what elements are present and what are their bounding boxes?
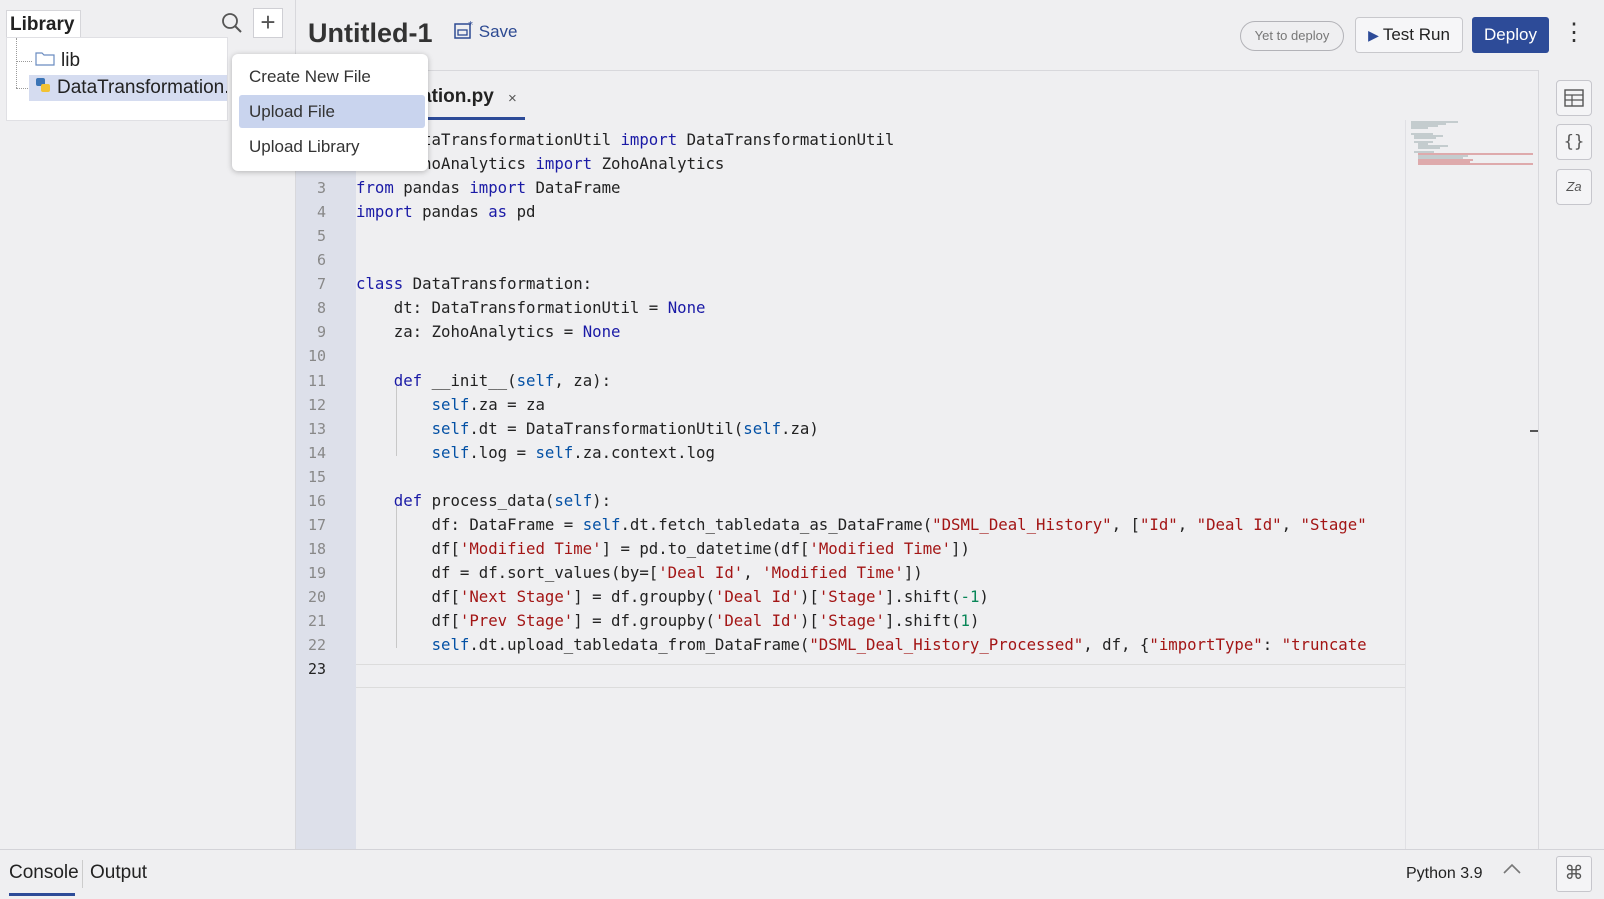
line-number: 13 — [307, 419, 326, 438]
code-line: df: DataFrame = self.dt.fetch_tabledata_… — [356, 514, 1367, 534]
code-line: from DataTransformationUtil import DataT… — [356, 130, 895, 149]
save-icon: * — [454, 20, 474, 45]
add-icon[interactable]: + — [253, 8, 283, 38]
line-number: 11 — [307, 371, 326, 390]
tab-output[interactable]: Output — [90, 862, 147, 884]
code-line: self.dt = DataTransformationUtil(self.za… — [431, 418, 819, 438]
code-line: from pandas import DataFrame — [356, 178, 621, 198]
braces-icon[interactable]: {} — [1556, 124, 1592, 160]
line-number: 6 — [316, 251, 326, 270]
code-line: def process_data(self): — [393, 490, 612, 510]
menu-item-upload-library[interactable]: Upload Library — [239, 130, 425, 163]
code-line: df = df.sort_values(by=['Deal Id', 'Modi… — [356, 562, 923, 582]
svg-text:*: * — [468, 20, 473, 31]
code-editor[interactable] — [296, 120, 1538, 849]
play-icon: ▶ — [1368, 27, 1379, 43]
code-line: import pandas as pd — [356, 202, 536, 222]
line-number: 14 — [307, 443, 326, 462]
tab-divider — [82, 860, 83, 888]
line-number: 12 — [307, 395, 326, 414]
code-line: za: ZohoAnalytics = None — [356, 322, 621, 342]
code-line: self.za = za — [431, 394, 545, 414]
deploy-button[interactable]: Deploy — [1472, 17, 1549, 53]
signature-icon[interactable]: Za — [1556, 169, 1592, 205]
line-number: 10 — [307, 347, 326, 366]
tab-console[interactable]: Console — [9, 862, 79, 884]
header-bar: Untitled-1 * Save Yet to deploy ▶ Test Ru… — [296, 0, 1604, 71]
line-number: 9 — [316, 323, 326, 342]
code-line: def __init__(self, za): — [393, 370, 612, 390]
library-tab[interactable]: Library — [6, 10, 81, 37]
line-number: 5 — [316, 227, 326, 246]
line-number: 18 — [307, 539, 326, 558]
tree-item-lib[interactable]: lib — [35, 48, 80, 74]
page-title: Untitled-1 — [308, 18, 433, 48]
code-line: df['Next Stage'] = df.groupby('Deal Id')… — [356, 586, 989, 606]
python-version-label[interactable]: Python 3.9 — [1406, 865, 1483, 883]
tree-item-label: lib — [61, 50, 81, 72]
search-icon[interactable] — [220, 11, 244, 35]
menu-item-upload-file[interactable]: Upload File — [239, 95, 425, 128]
line-number: 19 — [307, 563, 326, 582]
current-line-highlight — [356, 664, 1405, 688]
line-number: 22 — [307, 636, 326, 655]
command-icon[interactable]: ⌘ — [1556, 856, 1592, 892]
line-number: 8 — [316, 299, 326, 318]
save-button[interactable]: * Save — [454, 20, 517, 45]
chevron-up-icon[interactable] — [1502, 862, 1522, 881]
code-line: from ZohoAnalytics import ZohoAnalytics — [356, 154, 725, 174]
code-line: df['Prev Stage'] = df.groupby('Deal Id')… — [356, 611, 980, 630]
test-run-label: Test Run — [1382, 25, 1450, 44]
line-number: 23 — [307, 660, 326, 679]
python-file-icon — [35, 75, 51, 101]
code-line: self.log = self.za.context.log — [431, 442, 715, 462]
table-icon[interactable] — [1556, 80, 1592, 116]
minimap[interactable] — [1405, 120, 1538, 849]
menu-item-create-new-file[interactable]: Create New File — [239, 60, 425, 93]
line-number: 20 — [307, 587, 326, 606]
file-tree: lib DataTransformation.py — [6, 37, 228, 121]
line-number: 17 — [307, 515, 326, 534]
line-number: 4 — [316, 203, 326, 222]
close-icon[interactable]: × — [508, 90, 517, 107]
test-run-button[interactable]: ▶ Test Run — [1355, 17, 1463, 53]
tree-item-datatransformation[interactable]: DataTransformation.py — [29, 75, 227, 101]
folder-icon — [35, 48, 55, 74]
line-number: 21 — [307, 612, 326, 630]
deploy-status-badge: Yet to deploy — [1240, 21, 1344, 51]
tab-label: ation.py — [421, 86, 494, 107]
code-line: dt: DataTransformationUtil = None — [356, 298, 706, 318]
save-label: Save — [478, 22, 518, 41]
more-options-icon[interactable]: ⋮ — [1562, 17, 1586, 53]
line-number: 7 — [316, 275, 326, 294]
line-number: 15 — [307, 467, 326, 486]
tree-item-label: DataTransformation.py — [57, 77, 227, 99]
line-number: 3 — [316, 179, 326, 198]
add-menu-dropdown: Create New File Upload File Upload Libra… — [232, 54, 428, 171]
active-tab-indicator — [9, 893, 75, 896]
code-line: df['Modified Time'] = pd.to_datetime(df[… — [356, 538, 970, 558]
code-line: class DataTransformation: — [356, 274, 593, 294]
code-line: self.dt.upload_tabledata_from_DataFrame(… — [431, 635, 1367, 655]
bottom-panel-bar — [0, 849, 1604, 899]
line-number: 16 — [307, 491, 326, 510]
